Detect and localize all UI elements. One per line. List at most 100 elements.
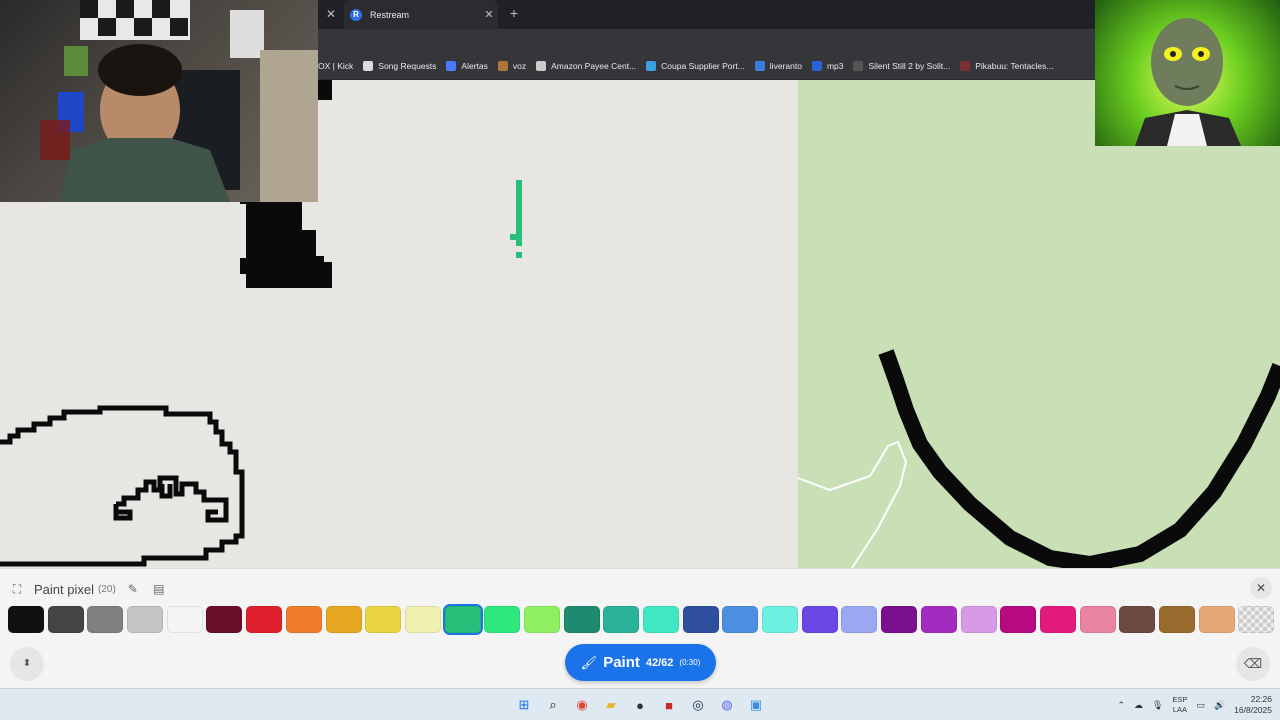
color-swatch[interactable] — [1119, 606, 1156, 633]
color-swatch[interactable] — [127, 606, 164, 633]
color-swatch[interactable] — [1079, 606, 1116, 633]
color-swatch[interactable] — [1039, 606, 1076, 633]
bookmark-item[interactable]: Alertas — [446, 61, 488, 71]
color-swatch[interactable] — [285, 606, 322, 633]
browser-toolbar — [318, 29, 1095, 53]
layers-icon[interactable]: ▤ — [150, 580, 168, 598]
color-swatch[interactable] — [166, 606, 203, 633]
color-swatch[interactable] — [603, 606, 640, 633]
bookmark-label: voz — [512, 61, 527, 71]
color-swatch[interactable] — [920, 606, 957, 633]
monitor-icon[interactable]: ▭ — [1196, 700, 1205, 711]
color-swatch-transparent[interactable] — [1238, 606, 1275, 633]
eraser-icon[interactable]: ⌫ — [1236, 647, 1270, 681]
bookmark-item[interactable]: Amazon Payee Cent... — [536, 61, 636, 71]
paint-timer: (0:30) — [679, 658, 701, 667]
paw-icon — [363, 61, 374, 71]
bookmark-item[interactable]: voz — [497, 61, 527, 71]
webcam-avatar — [1095, 0, 1280, 146]
app-red-icon[interactable]: ■ — [657, 693, 681, 717]
alert-icon — [446, 61, 457, 71]
color-swatch[interactable] — [960, 606, 997, 633]
bookmark-item[interactable]: liveranto — [754, 61, 802, 71]
color-swatch[interactable] — [682, 606, 719, 633]
color-swatch[interactable] — [206, 606, 243, 633]
windows-start-icon[interactable]: ⊞ — [512, 693, 536, 717]
color-swatch[interactable] — [47, 606, 84, 633]
discord-icon[interactable]: ◍ — [715, 693, 739, 717]
color-swatch[interactable] — [841, 606, 878, 633]
bookmark-label: Coupa Supplier Port... — [661, 61, 745, 71]
bookmark-item[interactable]: mp3 — [811, 61, 844, 71]
globe-icon — [536, 61, 547, 71]
color-palette — [8, 604, 1275, 635]
windows-taskbar: ⊞ ⌕ ◉ ▰ ● ■ ◎ ◍ ▣ ⌃ ☁ 🎙 ESP LAA ▭ 🔊 22:26 16/8/2… — [0, 688, 1280, 720]
cloud-icon[interactable]: ☁ — [1134, 700, 1143, 711]
previous-tab-close-icon[interactable]: ✕ — [324, 7, 338, 21]
clock[interactable]: 22:26 16/8/2025 — [1234, 694, 1272, 716]
close-panel-icon[interactable]: ✕ — [1250, 577, 1272, 599]
liveranto-icon — [754, 61, 765, 71]
paint-app-icon[interactable]: ▣ — [744, 693, 768, 717]
bookmark-item[interactable]: Pikabuu: Tentacles... — [960, 61, 1054, 71]
webcam-streamer — [0, 0, 318, 202]
green-pixel-line — [510, 180, 522, 258]
microphone-icon[interactable]: 🎙 — [1152, 700, 1163, 711]
color-swatch[interactable] — [484, 606, 521, 633]
color-swatch[interactable] — [643, 606, 679, 633]
color-swatch[interactable] — [881, 606, 918, 633]
taskbar-apps: ⊞ ⌕ ◉ ▰ ● ■ ◎ ◍ ▣ — [512, 693, 768, 717]
brush-icon: 🖌 — [580, 654, 598, 670]
color-swatch[interactable] — [8, 606, 44, 633]
color-swatch[interactable] — [801, 606, 838, 633]
pencil-icon[interactable]: ✎ — [124, 580, 142, 598]
fullscreen-icon[interactable]: ⛶ — [8, 580, 26, 598]
chrome-icon[interactable]: ◉ — [570, 693, 594, 717]
color-swatch[interactable] — [325, 606, 362, 633]
tab-restream[interactable]: R Restream ✕ — [344, 0, 498, 29]
steam-icon[interactable]: ◎ — [686, 693, 710, 717]
bookmark-label: Pikabuu: Tentacles... — [975, 61, 1054, 71]
color-swatch[interactable] — [365, 606, 402, 633]
coupa-icon — [646, 61, 657, 71]
panel-header: ⛶ Paint pixel (20) ✎ ▤ — [8, 579, 168, 599]
bookmark-label: Silent Still 2 by Solit... — [868, 61, 951, 71]
tab-close-icon[interactable]: ✕ — [482, 8, 496, 21]
color-swatch[interactable] — [523, 606, 560, 633]
voice-icon — [497, 61, 508, 71]
tab-title: Restream — [370, 9, 410, 20]
color-swatch[interactable] — [1000, 606, 1037, 633]
itch-icon — [853, 61, 864, 71]
color-swatch[interactable] — [563, 606, 600, 633]
color-swatch[interactable] — [404, 606, 441, 633]
file-explorer-icon[interactable]: ▰ — [599, 693, 623, 717]
bookmark-item[interactable]: Song Requests — [363, 61, 436, 71]
color-swatch[interactable] — [246, 606, 283, 633]
paint-button[interactable]: 🖌 Paint 42/62 (0:30) — [565, 644, 716, 681]
obs-icon[interactable]: ● — [628, 693, 652, 717]
speaker-icon[interactable]: 🔊 — [1214, 700, 1225, 711]
bookmark-item[interactable]: Silent Still 2 by Solit... — [853, 61, 950, 71]
color-swatch[interactable] — [442, 604, 483, 635]
restream-favicon-icon: R — [350, 8, 362, 21]
language-indicator[interactable]: ESP LAA — [1172, 695, 1187, 715]
pikabuu-icon — [960, 61, 971, 71]
panel-title: Paint pixel — [34, 581, 94, 597]
color-swatch[interactable] — [1158, 606, 1195, 633]
color-swatch[interactable] — [762, 606, 799, 633]
paint-panel: ⛶ Paint pixel (20) ✎ ▤ ✕ ⬍ 🖌 Paint 42/62… — [0, 568, 1280, 688]
color-swatch[interactable] — [1198, 606, 1235, 633]
bookmarks-bar: OX | Kick Song Requests Alertas voz Amazon P… — [318, 53, 1095, 80]
bookmark-item[interactable]: Coupa Supplier Port... — [646, 61, 745, 71]
color-swatch[interactable] — [722, 606, 759, 633]
bookmark-label: Alertas — [461, 61, 488, 71]
expand-toggle-icon[interactable]: ⬍ — [10, 647, 44, 681]
search-icon[interactable]: ⌕ — [541, 693, 565, 717]
bookmark-label: mp3 — [826, 61, 844, 71]
bookmark-label: Amazon Payee Cent... — [551, 61, 637, 71]
color-swatch[interactable] — [87, 606, 124, 633]
chevron-up-icon[interactable]: ⌃ — [1117, 700, 1125, 711]
new-tab-icon[interactable]: + — [506, 5, 522, 21]
clock-date: 16/8/2025 — [1234, 705, 1272, 715]
bookmark-item[interactable]: OX | Kick — [318, 61, 353, 71]
